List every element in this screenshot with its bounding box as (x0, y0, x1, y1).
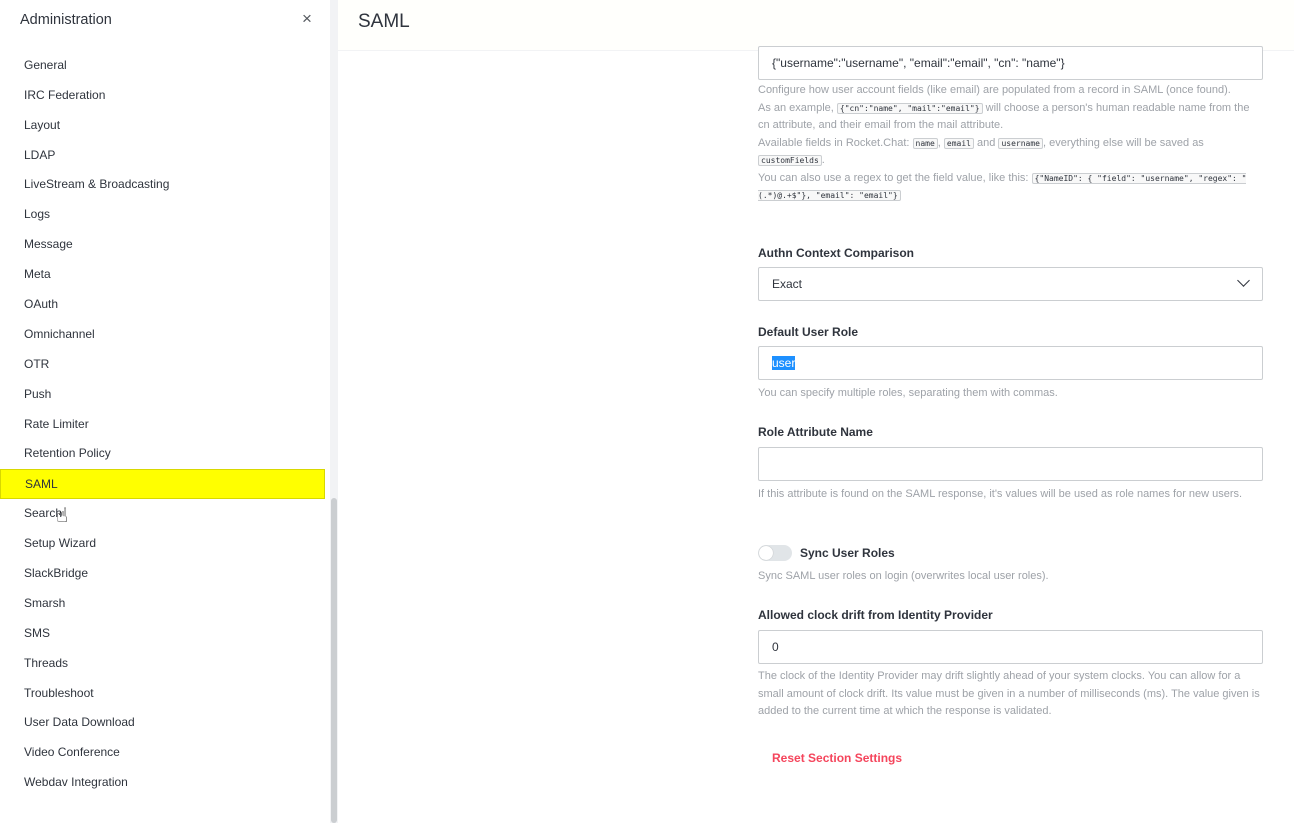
sidebar-item-saml[interactable]: SAML (0, 469, 325, 500)
reset-section-settings-button[interactable]: Reset Section Settings (772, 751, 902, 765)
help-line: As an example, {"cn":"name", "mail":"ema… (758, 100, 1263, 135)
sidebar-title: Administration (20, 12, 112, 28)
sync-user-roles-help: Sync SAML user roles on login (overwrite… (758, 570, 1049, 582)
help-text: and (977, 136, 996, 149)
role-attribute-name-label: Role Attribute Name (758, 425, 873, 439)
toggle-knob (759, 546, 773, 560)
sync-user-roles-label: Sync User Roles (800, 546, 895, 560)
sidebar-item-search[interactable]: Search (0, 499, 330, 529)
sidebar-item-logs[interactable]: Logs (0, 200, 330, 230)
code-snippet: email (943, 137, 974, 149)
authn-context-value: Exact (772, 277, 803, 291)
sidebar-item-general[interactable]: General (0, 51, 330, 81)
help-text: You can also use a regex to get the fiel… (758, 171, 1029, 184)
role-attribute-name-input[interactable] (758, 447, 1263, 481)
sidebar-item-oauth[interactable]: OAuth (0, 290, 330, 320)
authn-context-label: Authn Context Comparison (758, 246, 914, 260)
page-title: SAML (358, 11, 410, 32)
sidebar-item-retention-policy[interactable]: Retention Policy (0, 439, 330, 469)
clock-drift-input[interactable] (758, 630, 1263, 664)
hand-cursor-icon: ☝ (56, 505, 69, 527)
help-line: You can also use a regex to get the fiel… (758, 170, 1263, 205)
help-text: . (821, 154, 825, 166)
clock-drift-label: Allowed clock drift from Identity Provid… (758, 608, 993, 622)
code-snippet: customFields (758, 155, 822, 166)
sidebar-item-troubleshoot[interactable]: Troubleshoot (0, 679, 330, 709)
user-data-field-map-input[interactable] (758, 46, 1263, 80)
code-snippet: name (912, 137, 938, 149)
help-text: As an example, (758, 101, 834, 114)
sidebar-item-video-conference[interactable]: Video Conference (0, 738, 330, 768)
default-user-role-input[interactable]: user (758, 346, 1263, 380)
sidebar-item-layout[interactable]: Layout (0, 111, 330, 141)
sidebar-item-message[interactable]: Message (0, 230, 330, 260)
role-attribute-name-help: If this attribute is found on the SAML r… (758, 488, 1243, 500)
sidebar-item-webdav-integration[interactable]: Webdav Integration (0, 768, 330, 798)
sidebar-item-slackbridge[interactable]: SlackBridge (0, 559, 330, 589)
default-user-role-value: user (772, 356, 796, 370)
sidebar-item-user-data-download[interactable]: User Data Download (0, 708, 330, 738)
sidebar-item-rate-limiter[interactable]: Rate Limiter (0, 410, 330, 440)
code-snippet: username (998, 137, 1043, 149)
help-text: , everything else will be saved as (1043, 136, 1204, 149)
admin-sidebar: File UploadGeneralIRC FederationLayoutLD… (0, 0, 330, 823)
sidebar-item-livestream-broadcasting[interactable]: LiveStream & Broadcasting (0, 170, 330, 200)
sidebar-item-sms[interactable]: SMS (0, 619, 330, 649)
chevron-down-icon (1237, 274, 1250, 287)
help-line: Configure how user account fields (like … (758, 84, 1231, 96)
sidebar-item-threads[interactable]: Threads (0, 649, 330, 679)
sidebar-header: Administration × (0, 0, 330, 42)
sidebar-item-setup-wizard[interactable]: Setup Wizard (0, 529, 330, 559)
page-header: SAML (338, 0, 1294, 51)
sidebar-item-omnichannel[interactable]: Omnichannel (0, 320, 330, 350)
sidebar-scrollbar-thumb[interactable] (331, 498, 337, 823)
sidebar-item-smarsh[interactable]: Smarsh (0, 589, 330, 619)
sidebar-item-irc-federation[interactable]: IRC Federation (0, 81, 330, 111)
default-user-role-help: You can specify multiple roles, separati… (758, 387, 1058, 399)
sidebar-item-push[interactable]: Push (0, 380, 330, 410)
sidebar-list: File UploadGeneralIRC FederationLayoutLD… (0, 28, 330, 798)
code-snippet: {"cn":"name", "mail":"email"} (836, 102, 983, 114)
clock-drift-help: The clock of the Identity Provider may d… (758, 670, 1260, 717)
help-line: Available fields in Rocket.Chat: name, e… (758, 135, 1263, 170)
sidebar-item-ldap[interactable]: LDAP (0, 141, 330, 171)
help-text: , (937, 136, 941, 149)
default-user-role-label: Default User Role (758, 325, 859, 339)
sidebar-item-meta[interactable]: Meta (0, 260, 330, 290)
sync-user-roles-toggle[interactable] (758, 545, 792, 561)
help-text: Available fields in Rocket.Chat: (758, 136, 910, 149)
close-icon[interactable]: × (298, 9, 316, 29)
user-data-field-map-help: Configure how user account fields (like … (758, 82, 1263, 205)
sidebar-item-otr[interactable]: OTR (0, 350, 330, 380)
authn-context-select[interactable]: Exact (758, 267, 1263, 301)
